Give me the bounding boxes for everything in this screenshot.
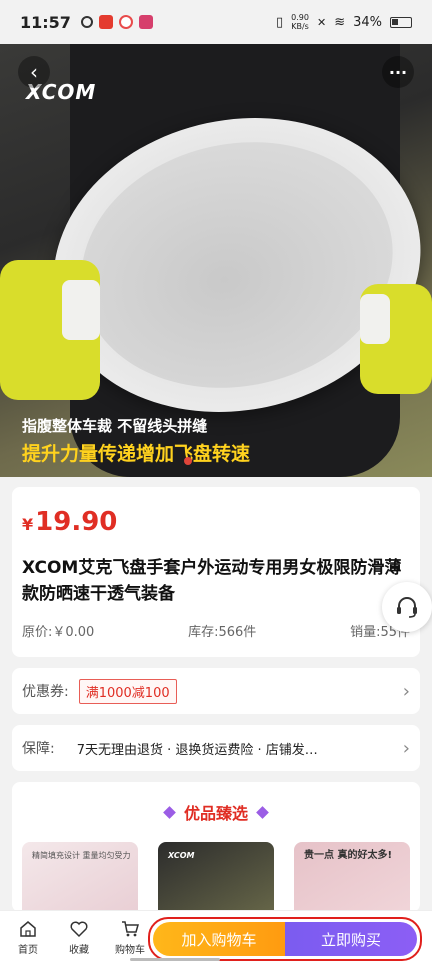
glove-right-image: [360, 284, 432, 394]
recommend-section: 优品臻选 精简填充设计 重量均匀受力 XCOM 贵一点 真的好太多!: [12, 782, 420, 912]
glove-left-image: [0, 260, 100, 400]
tab-home[interactable]: 首页: [5, 919, 51, 956]
coupon-label: 优惠券:: [22, 684, 69, 700]
more-button[interactable]: ···: [382, 56, 414, 88]
recommend-title-text: 优品臻选: [183, 804, 248, 823]
recommend-item[interactable]: 精简填充设计 重量均匀受力: [22, 842, 138, 912]
buy-now-button[interactable]: 立即购买: [285, 922, 417, 956]
status-right: ▯ 0.90 KB/s ✕ ≋ 34%: [276, 13, 412, 31]
product-detail-page: 11:57 ▯ 0.90 KB/s ✕ ≋ 34% XCOM ‹ ··· 指腹整…: [0, 0, 432, 964]
product-hero-image[interactable]: XCOM ‹ ··· 指腹整体车裁 不留线头拼缝 提升力量传递增加飞盘转速: [0, 44, 432, 477]
diamond-icon: [256, 805, 269, 819]
recommend-title: 优品臻选: [12, 800, 420, 824]
chevron-right-icon: ›: [402, 737, 410, 759]
app-notification-icon: [138, 15, 153, 29]
sync-icon: [80, 16, 93, 28]
app-notification-icon: [118, 15, 133, 29]
product-price: ¥19.90: [22, 507, 410, 537]
net-speed-value: 0.90: [291, 13, 309, 22]
diamond-icon: [163, 805, 176, 819]
back-icon: ‹: [30, 60, 38, 84]
back-button[interactable]: ‹: [18, 56, 50, 88]
glove-right-pad: [360, 294, 390, 344]
guarantee-row[interactable]: 保障: 7天无理由退货 · 退换货运费险 · 店铺发… ›: [12, 725, 420, 771]
wifi-icon: ≋: [334, 14, 346, 30]
bottom-action-bar: 首页 收藏 购物车 加入购物车 立即购买: [0, 910, 432, 964]
coupon-tag[interactable]: 满1000减100: [78, 678, 177, 704]
cart-icon: [122, 921, 139, 937]
recommend-list: 精简填充设计 重量均匀受力 XCOM 贵一点 真的好太多!: [12, 842, 420, 912]
home-indicator[interactable]: [130, 958, 220, 961]
battery-percent: 34%: [353, 14, 382, 30]
tab-favorite[interactable]: 收藏: [56, 919, 102, 956]
heart-icon: [70, 921, 88, 938]
recommend-item[interactable]: 贵一点 真的好太多!: [294, 842, 410, 912]
product-meta-row: 原价:￥0.00 库存:566件 销量:55件: [22, 621, 410, 640]
recommend-item-text: 精简填充设计 重量均匀受力: [32, 851, 131, 860]
guarantee-label: 保障:: [22, 741, 55, 757]
customer-service-button[interactable]: [382, 582, 432, 632]
hero-caption-line2: 提升力量传递增加飞盘转速: [22, 443, 251, 465]
purchase-actions: 加入购物车 立即购买: [148, 917, 422, 961]
home-icon: [20, 921, 36, 937]
app-notification-icon: [98, 15, 113, 29]
recommend-item[interactable]: XCOM: [158, 842, 274, 912]
guarantee-text: 7天无理由退货 · 退换货运费险 · 店铺发…: [76, 742, 318, 758]
vibrate-icon: ▯: [276, 14, 284, 30]
price-value: 19.90: [35, 507, 118, 537]
status-bar: 11:57 ▯ 0.90 KB/s ✕ ≋ 34%: [0, 0, 432, 44]
product-info-card: ¥19.90 XCOM艾克飞盘手套户外运动专用男女极限防滑薄款防晒速干透气装备 …: [12, 487, 432, 657]
stock-count: 库存:566件: [188, 625, 257, 640]
recommend-item-text: XCOM: [168, 851, 195, 860]
chevron-right-icon: ›: [402, 680, 410, 702]
product-title: XCOM艾克飞盘手套户外运动专用男女极限防滑薄款防晒速干透气装备: [22, 558, 402, 604]
status-time: 11:57: [20, 12, 71, 32]
add-to-cart-button[interactable]: 加入购物车: [153, 922, 285, 956]
hero-caption-line1: 指腹整体车裁 不留线头拼缝: [22, 417, 208, 435]
headset-icon: [397, 597, 417, 618]
tab-cart-label: 购物车: [115, 945, 145, 956]
net-speed-unit: KB/s: [291, 22, 309, 31]
net-speed: 0.90 KB/s: [291, 13, 309, 31]
glove-left-pad: [62, 280, 100, 340]
carousel-indicator[interactable]: [184, 457, 192, 465]
sim-icon: ✕: [316, 15, 327, 29]
recommend-item-text: 贵一点 真的好太多!: [304, 850, 393, 861]
battery-icon: [390, 16, 412, 28]
notification-icons: [80, 15, 153, 29]
tab-home-label: 首页: [18, 945, 38, 956]
tab-cart[interactable]: 购物车: [107, 919, 153, 956]
coupon-row[interactable]: 优惠券: 满1000减100 ›: [12, 668, 420, 714]
tab-favorite-label: 收藏: [69, 945, 89, 956]
price-currency: ¥: [22, 515, 34, 534]
more-icon: ···: [388, 62, 408, 82]
original-price: 原价:￥0.00: [22, 625, 95, 640]
